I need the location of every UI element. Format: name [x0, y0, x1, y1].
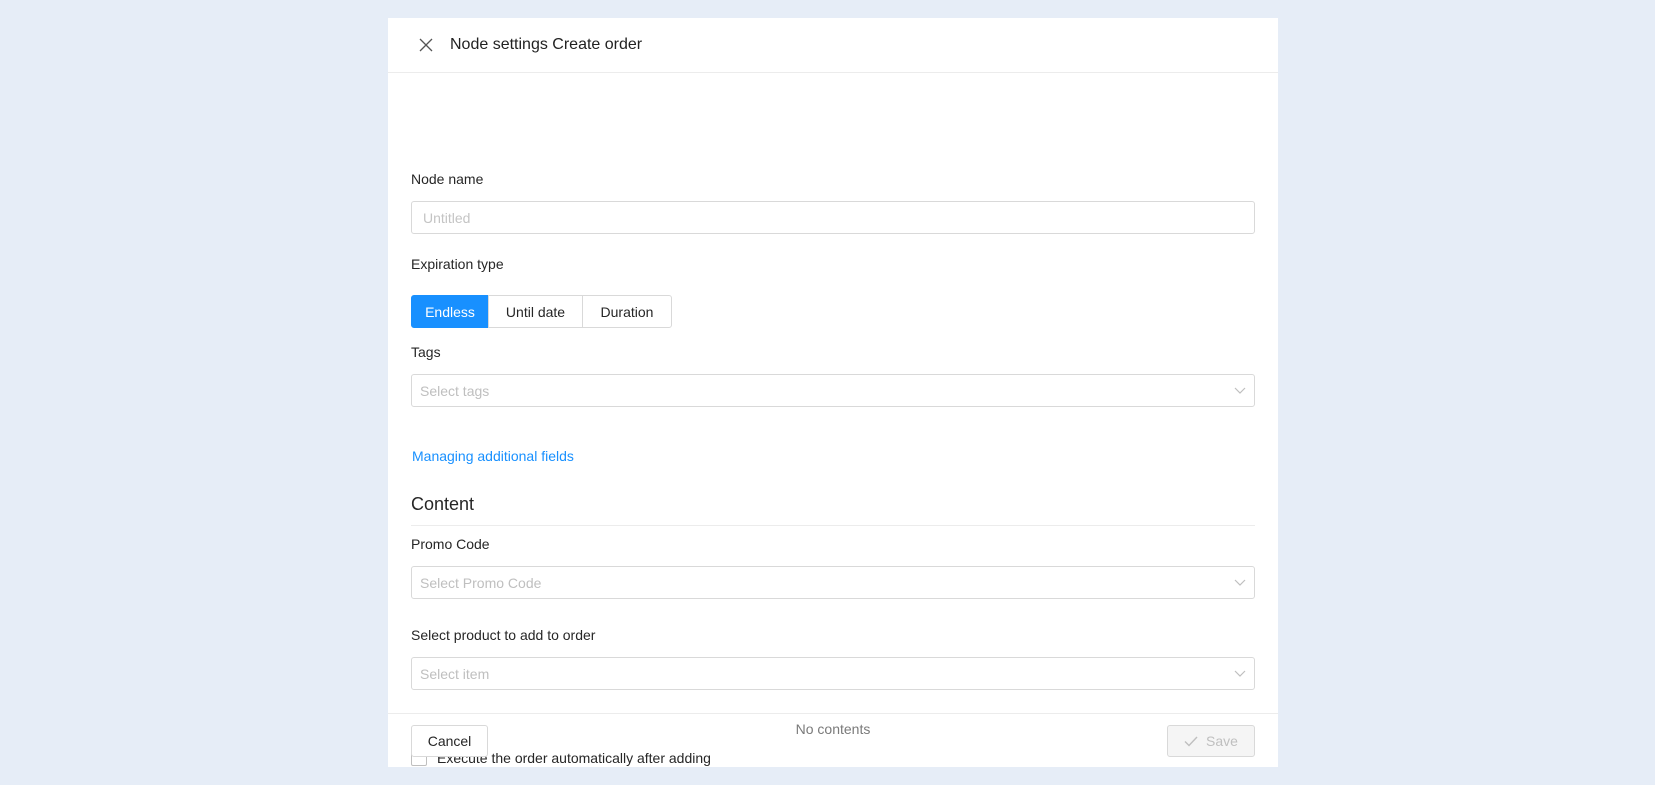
expiration-type-label: Expiration type — [411, 256, 504, 272]
chevron-down-icon — [1234, 387, 1246, 394]
modal-header: Node settings Create order — [388, 18, 1278, 73]
product-placeholder: Select item — [420, 665, 490, 682]
node-settings-modal: Node settings Create order Node name Exp… — [388, 18, 1278, 767]
promo-code-label: Promo Code — [411, 536, 490, 552]
expiration-type-selector: Endless Until date Duration — [411, 295, 672, 328]
save-button[interactable]: Save — [1167, 725, 1255, 757]
product-select[interactable]: Select item — [411, 657, 1255, 690]
node-name-label: Node name — [411, 171, 484, 187]
expiration-endless-button[interactable]: Endless — [411, 295, 489, 328]
product-label: Select product to add to order — [411, 627, 596, 643]
promo-code-select[interactable]: Select Promo Code — [411, 566, 1255, 599]
chevron-down-icon — [1234, 579, 1246, 586]
modal-footer: Cancel Save — [388, 713, 1278, 767]
manage-fields-link[interactable]: Managing additional fields — [412, 448, 574, 464]
chevron-down-icon — [1234, 670, 1246, 677]
tags-select[interactable]: Select tags — [411, 374, 1255, 407]
content-heading: Content — [411, 494, 475, 514]
close-icon[interactable] — [416, 35, 436, 55]
content-divider — [411, 525, 1255, 526]
cancel-button[interactable]: Cancel — [411, 725, 488, 757]
promo-code-placeholder: Select Promo Code — [420, 574, 542, 591]
expiration-until-date-button[interactable]: Until date — [488, 295, 583, 328]
save-label: Save — [1206, 733, 1238, 749]
modal-title: Node settings Create order — [450, 36, 643, 53]
expiration-duration-button[interactable]: Duration — [582, 295, 672, 328]
tags-placeholder: Select tags — [420, 382, 490, 399]
tags-label: Tags — [411, 344, 441, 360]
check-icon — [1184, 736, 1198, 747]
node-name-input[interactable] — [411, 201, 1255, 234]
